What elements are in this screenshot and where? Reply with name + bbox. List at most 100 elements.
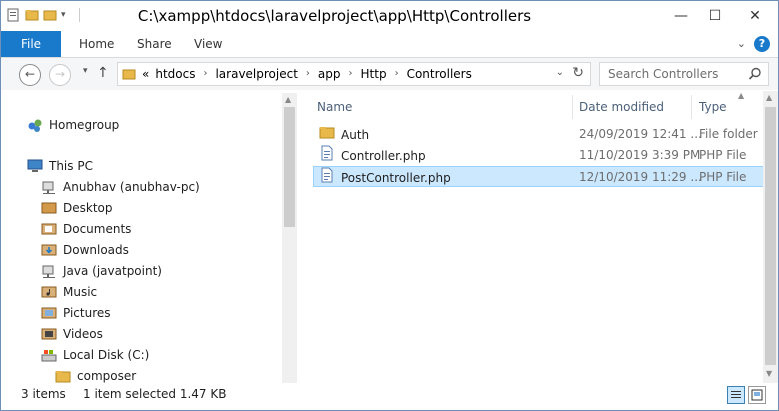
- nav-label: This PC: [49, 159, 93, 173]
- downloads-icon: [41, 242, 57, 258]
- nav-downloads[interactable]: Downloads: [41, 240, 129, 260]
- tab-file[interactable]: File: [1, 31, 61, 57]
- nav-label: Desktop: [63, 201, 113, 215]
- column-header-type[interactable]: Type: [699, 95, 727, 119]
- tab-view[interactable]: View: [194, 31, 222, 57]
- file-list: ▲ Name Date modified Type Auth 24/09/201…: [301, 91, 773, 383]
- item-count: 3 items: [21, 387, 66, 401]
- title-bar: ▾ C:\xampp\htdocs\laravelproject\app\Htt…: [1, 1, 778, 31]
- nav-label: Music: [63, 285, 98, 299]
- network-drive-icon: [41, 179, 57, 195]
- local-disk-icon: [41, 347, 57, 363]
- column-header-date[interactable]: Date modified: [579, 95, 664, 119]
- nav-anubhav[interactable]: Anubhav (anubhav-pc): [41, 177, 200, 197]
- folder-icon: [55, 368, 71, 384]
- selection-info: 1 item selected 1.47 KB: [83, 387, 227, 401]
- close-button[interactable]: ✕: [732, 1, 778, 31]
- chevron-right-icon[interactable]: ›: [203, 63, 207, 85]
- folder-icon: [319, 124, 335, 147]
- recent-locations-icon[interactable]: ▾: [83, 66, 88, 76]
- help-button[interactable]: ?: [754, 36, 770, 52]
- caption-buttons: — ☐ ✕: [664, 1, 778, 31]
- nav-pictures[interactable]: Pictures: [41, 303, 111, 323]
- navigation-bar: ← → ▾ ↑ « htdocs › laravelproject › app …: [1, 58, 778, 90]
- forward-button[interactable]: →: [49, 64, 71, 86]
- breadcrumb-overflow[interactable]: «: [142, 63, 149, 85]
- folder-icon: [122, 67, 136, 84]
- nav-java[interactable]: Java (javatpoint): [41, 261, 162, 281]
- address-bar[interactable]: « htdocs › laravelproject › app › Http ›…: [117, 62, 591, 86]
- column-divider[interactable]: [691, 95, 692, 119]
- address-dropdown-icon[interactable]: ⌄: [556, 67, 564, 78]
- nav-label: Videos: [63, 327, 103, 341]
- tab-share[interactable]: Share: [137, 31, 172, 57]
- chevron-right-icon[interactable]: ›: [349, 63, 353, 85]
- explorer-window: ▾ C:\xampp\htdocs\laravelproject\app\Htt…: [0, 0, 779, 411]
- videos-icon: [41, 326, 57, 342]
- file-row-auth[interactable]: Auth 24/09/2019 12:41 ... File folder: [313, 124, 773, 145]
- nav-this-pc[interactable]: This PC: [27, 156, 93, 176]
- file-row-controller[interactable]: Controller.php 11/10/2019 3:39 PM PHP Fi…: [313, 145, 773, 166]
- breadcrumb-controllers[interactable]: Controllers: [407, 63, 472, 85]
- nav-music[interactable]: Music: [41, 282, 97, 302]
- search-placeholder[interactable]: Search Controllers: [608, 67, 718, 81]
- scrollbar-thumb[interactable]: [284, 107, 295, 227]
- nav-label: Documents: [63, 222, 132, 236]
- file-name-cell: Controller.php: [319, 145, 426, 168]
- chevron-right-icon[interactable]: ›: [306, 63, 310, 85]
- column-header-name[interactable]: Name: [317, 95, 352, 119]
- nav-label: Pictures: [63, 306, 111, 320]
- homegroup-icon: [27, 117, 43, 133]
- nav-local-disk[interactable]: Local Disk (C:): [41, 345, 149, 365]
- breadcrumb-htdocs[interactable]: htdocs: [155, 63, 195, 85]
- file-date: 11/10/2019 3:39 PM: [579, 148, 701, 162]
- nav-videos[interactable]: Videos: [41, 324, 103, 344]
- nav-label: Java (javatpoint): [63, 264, 162, 278]
- file-date: 24/09/2019 12:41 ...: [579, 127, 702, 141]
- file-row-postcontroller[interactable]: PostController.php 12/10/2019 11:29 ... …: [313, 166, 773, 187]
- navigation-pane: Homegroup This PC Anubhav (anubhav-pc) D…: [1, 91, 297, 383]
- file-name-cell: Auth: [319, 124, 369, 147]
- file-type: PHP File: [699, 148, 747, 162]
- details-view-button[interactable]: [727, 386, 745, 404]
- music-icon: [41, 284, 57, 300]
- nav-homegroup[interactable]: Homegroup: [27, 115, 119, 135]
- maximize-button[interactable]: ☐: [698, 1, 732, 31]
- search-icon[interactable]: [748, 67, 762, 84]
- up-button[interactable]: ↑: [97, 65, 109, 81]
- file-date: 12/10/2019 11:29 ...: [579, 170, 702, 184]
- status-bar: 3 items 1 item selected 1.47 KB: [1, 383, 778, 410]
- refresh-icon[interactable]: ↻: [572, 65, 584, 81]
- file-list-scrollbar[interactable]: ▲ ▼: [763, 91, 778, 383]
- network-drive-icon: [41, 263, 57, 279]
- pc-icon: [27, 158, 43, 174]
- nav-label: Anubhav (anubhav-pc): [63, 180, 200, 194]
- file-name: Controller.php: [341, 149, 426, 163]
- window-title: C:\xampp\htdocs\laravelproject\app\Http\…: [137, 7, 532, 25]
- scroll-up-icon[interactable]: ▲: [766, 93, 772, 102]
- search-box[interactable]: Search Controllers: [599, 62, 769, 86]
- tab-home[interactable]: Home: [79, 31, 114, 57]
- breadcrumb-laravelproject[interactable]: laravelproject: [215, 63, 297, 85]
- breadcrumb-http[interactable]: Http: [361, 63, 387, 85]
- back-button[interactable]: ←: [19, 64, 41, 86]
- column-divider[interactable]: [572, 95, 573, 119]
- file-name: Auth: [341, 128, 370, 142]
- minimize-button[interactable]: —: [664, 1, 698, 31]
- scroll-down-icon[interactable]: ▼: [766, 369, 772, 378]
- nav-desktop[interactable]: Desktop: [41, 198, 113, 218]
- nav-pane-scrollbar[interactable]: ▲: [282, 93, 297, 383]
- file-type: File folder: [699, 127, 758, 141]
- php-file-icon: [319, 145, 335, 168]
- breadcrumb: « htdocs › laravelproject › app › Http ›…: [142, 63, 472, 85]
- desktop-icon: [41, 200, 57, 216]
- chevron-right-icon[interactable]: ›: [395, 63, 399, 85]
- scroll-up-icon[interactable]: ▲: [285, 95, 291, 104]
- nav-documents[interactable]: Documents: [41, 219, 131, 239]
- documents-icon: [41, 221, 57, 237]
- large-icons-view-button[interactable]: [748, 386, 766, 404]
- sort-ascending-icon: ▲: [738, 91, 745, 100]
- expand-ribbon-icon[interactable]: ⌄: [737, 37, 746, 50]
- scrollbar-thumb[interactable]: [765, 107, 776, 365]
- breadcrumb-app[interactable]: app: [318, 63, 341, 85]
